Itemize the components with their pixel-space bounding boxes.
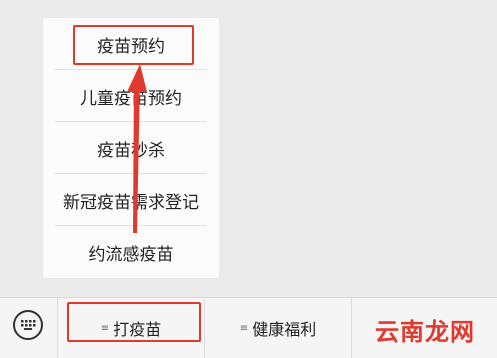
- watermark-logo: 云南龙网: [375, 317, 475, 346]
- red-arrow: [127, 64, 147, 233]
